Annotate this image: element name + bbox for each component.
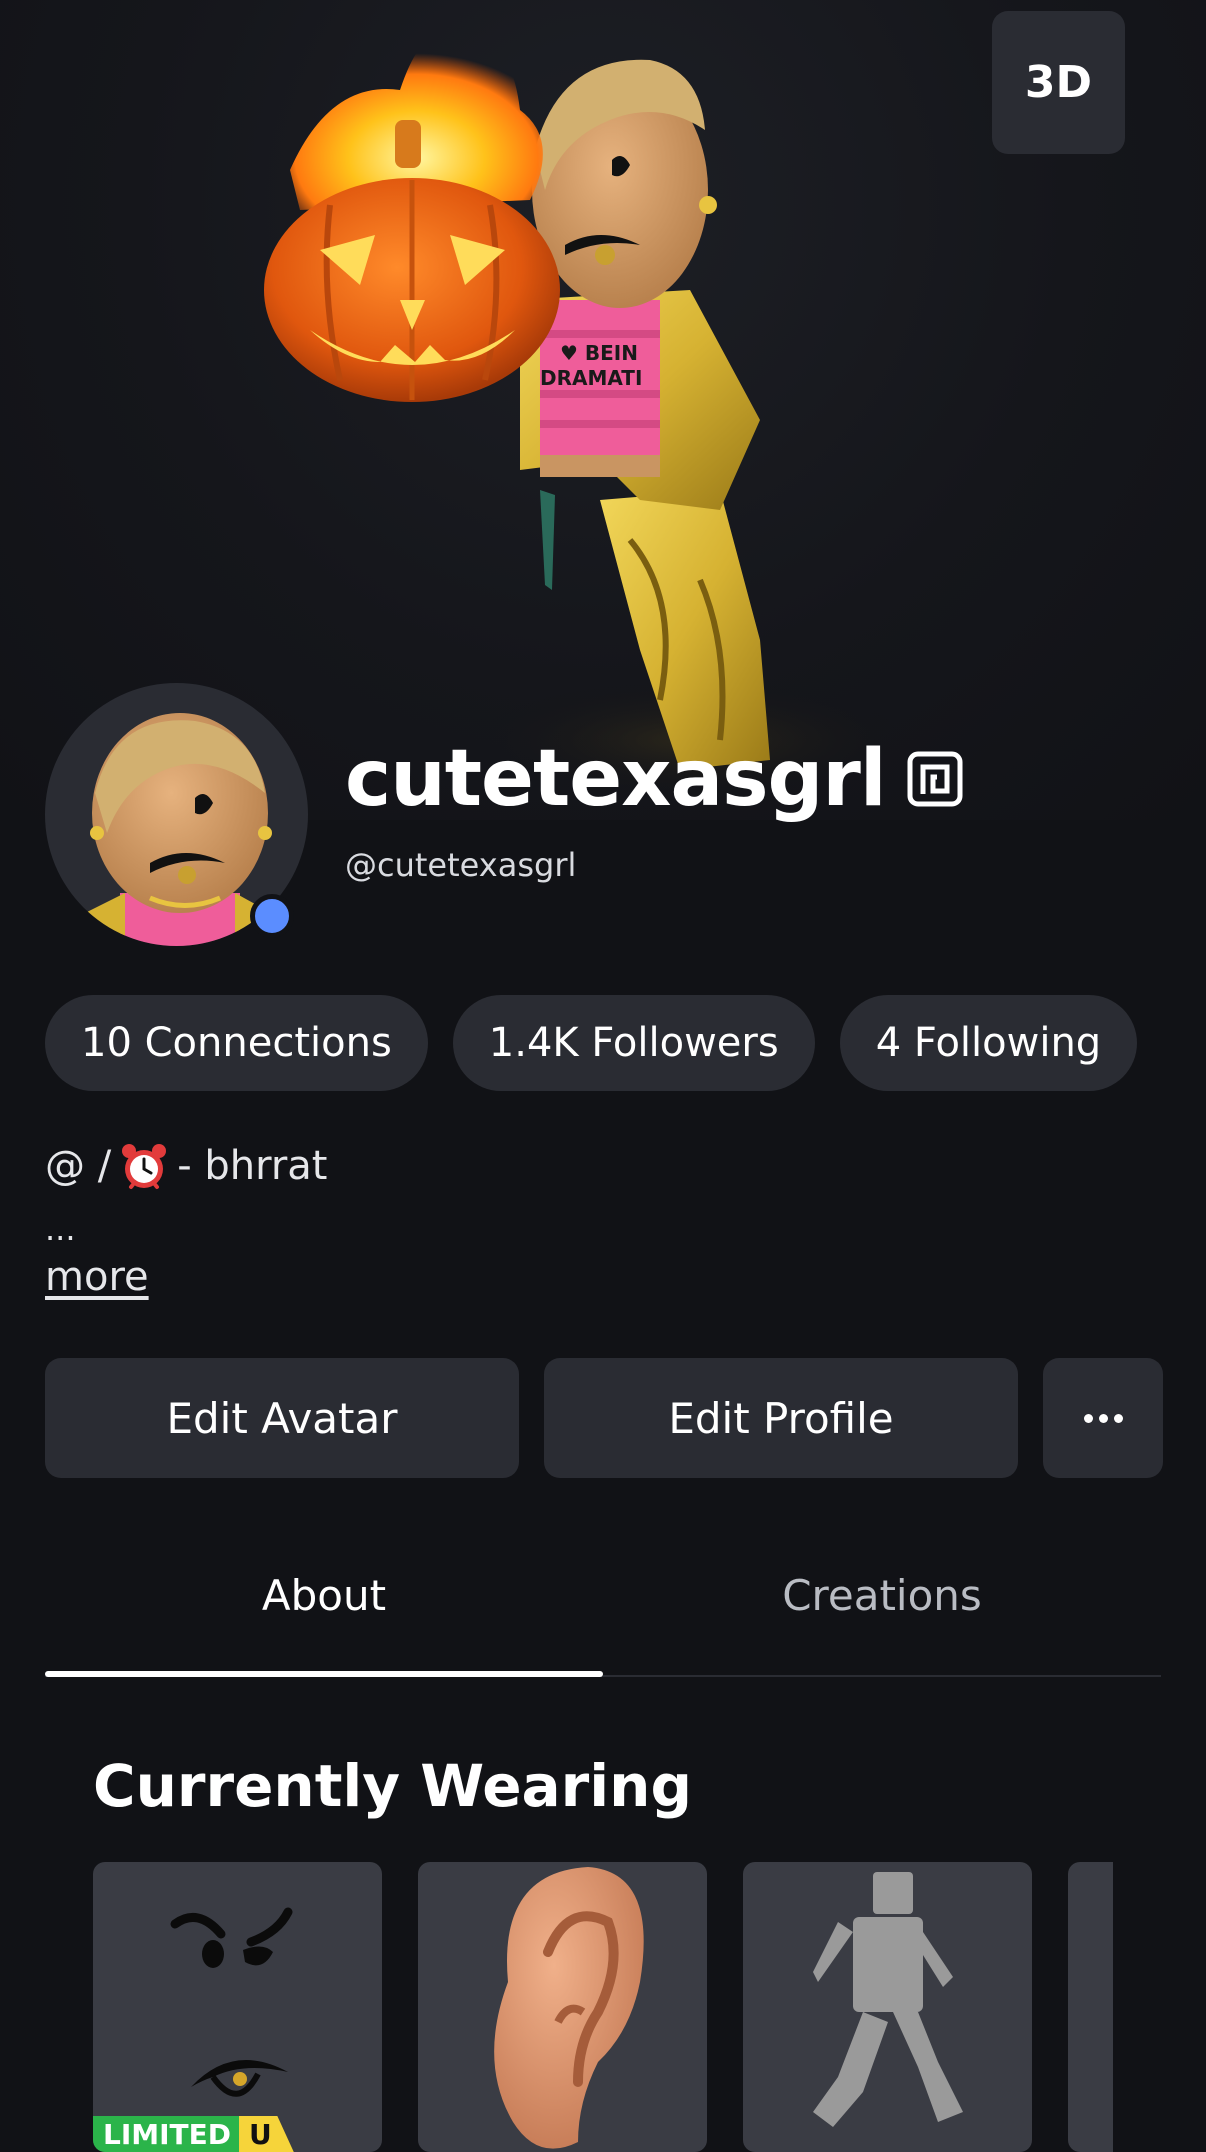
bio-text: - bhrrat bbox=[177, 1143, 328, 1189]
currently-wearing-list[interactable]: LIMITED U bbox=[93, 1862, 1113, 2152]
bio-more-link[interactable]: more bbox=[45, 1254, 149, 1300]
limited-unique-label: U bbox=[239, 2116, 294, 2152]
followers-button[interactable]: 1.4K Followers bbox=[452, 995, 815, 1091]
animation-item-thumbnail bbox=[813, 1872, 963, 2127]
display-name: cutetexasgrl bbox=[345, 734, 887, 824]
limited-badge: LIMITED U bbox=[93, 2116, 294, 2152]
alarm-clock-icon bbox=[122, 1144, 167, 1189]
view-3d-button[interactable]: 3D bbox=[992, 11, 1125, 154]
edit-avatar-button[interactable]: Edit Avatar bbox=[45, 1358, 519, 1478]
tab-about[interactable]: About bbox=[45, 1545, 603, 1677]
more-options-button[interactable] bbox=[1043, 1358, 1163, 1478]
following-button[interactable]: 4 Following bbox=[839, 995, 1138, 1091]
connections-button[interactable]: 10 Connections bbox=[45, 995, 428, 1091]
bio: @ / - bhrrat bbox=[45, 1140, 327, 1192]
wearing-item-animation[interactable] bbox=[743, 1862, 1032, 2152]
premium-icon bbox=[907, 751, 963, 807]
ellipsis-icon bbox=[1083, 1413, 1123, 1423]
svg-text:DRAMATI: DRAMATI bbox=[540, 366, 642, 390]
wearing-item-face[interactable]: LIMITED U bbox=[93, 1862, 382, 2152]
bio-ellipsis: ... bbox=[45, 1210, 76, 1248]
bio-prefix: @ / bbox=[45, 1143, 112, 1189]
online-status-dot bbox=[250, 894, 294, 938]
profile-tabs: About Creations bbox=[45, 1545, 1161, 1677]
profile-stats: 10 Connections 1.4K Followers 4 Followin… bbox=[45, 995, 1138, 1091]
display-name-row: cutetexasgrl bbox=[345, 740, 964, 818]
face-item-thumbnail bbox=[170, 1907, 293, 2097]
username: @cutetexasgrl bbox=[345, 846, 577, 884]
svg-text:♥ BEIN: ♥ BEIN bbox=[560, 341, 638, 365]
currently-wearing-title: Currently Wearing bbox=[93, 1752, 692, 1820]
wearing-item-ear[interactable] bbox=[418, 1862, 707, 2152]
wearing-item-partial[interactable] bbox=[1068, 1862, 1113, 2152]
profile-actions: Edit Avatar Edit Profile bbox=[45, 1358, 1163, 1478]
edit-profile-button[interactable]: Edit Profile bbox=[544, 1358, 1018, 1478]
tab-creations[interactable]: Creations bbox=[603, 1545, 1161, 1675]
limited-badge-label: LIMITED bbox=[93, 2116, 240, 2152]
ear-item-thumbnail bbox=[494, 1867, 644, 2149]
